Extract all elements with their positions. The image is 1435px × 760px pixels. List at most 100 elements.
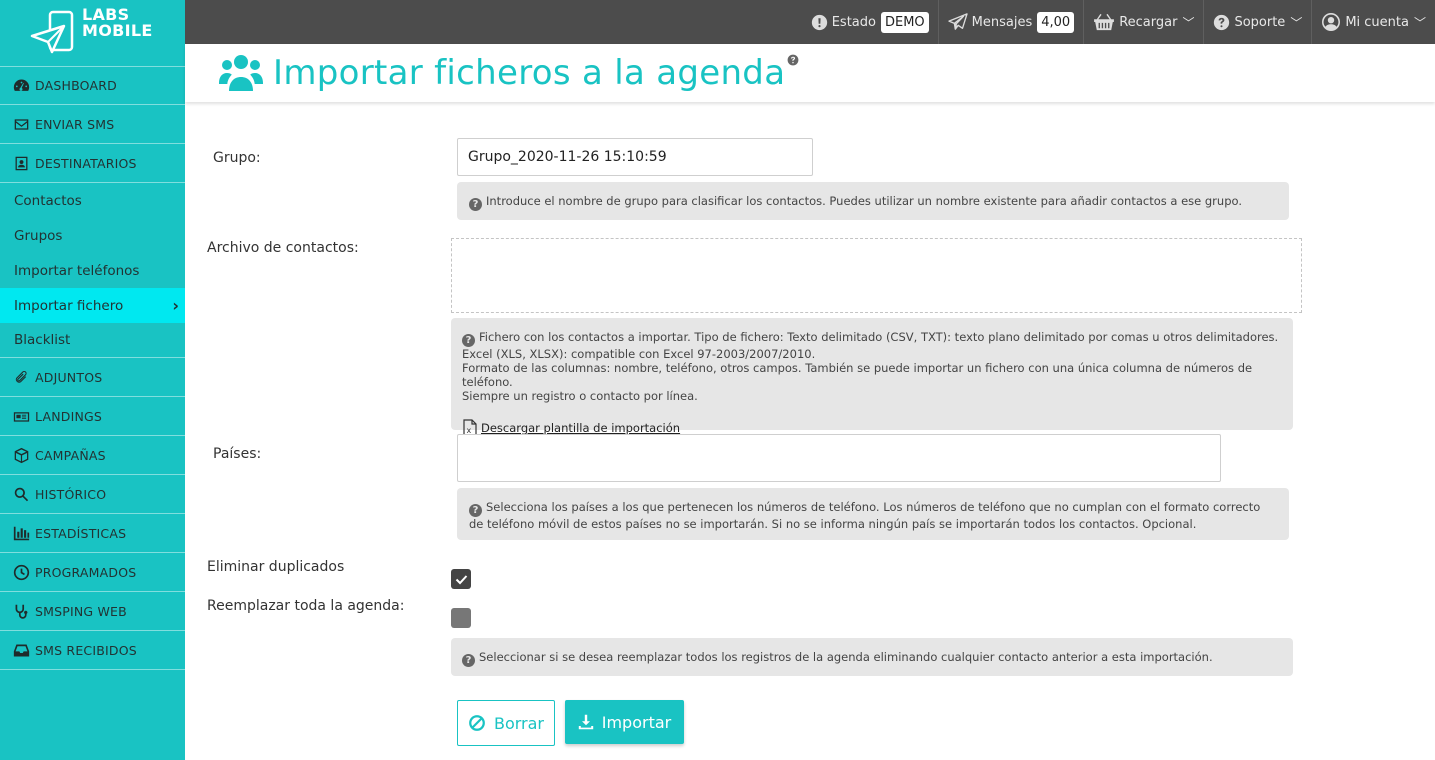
- borrar-label: Borrar: [493, 713, 545, 733]
- sidebar: LABS MOBILE DASHBOARD ENVIAR SMS DESTINA…: [0, 0, 185, 760]
- sidebar-item-historico[interactable]: HISTÓRICO: [0, 475, 185, 514]
- mensajes-menu[interactable]: Mensajes 4,00: [937, 0, 1084, 44]
- paises-label: Países:: [213, 446, 262, 462]
- page-header: Importar ficheros a la agenda: [185, 44, 1435, 102]
- sidebar-item-label: ESTADÍSTICAS: [35, 525, 127, 541]
- download-icon: [578, 714, 593, 730]
- paper-plane-icon: [947, 13, 968, 30]
- sidebar-item-adjuntos[interactable]: ADJUNTOS: [0, 358, 185, 397]
- archivo-help-text-2: Formato de las columnas: nombre, teléfon…: [462, 361, 1253, 389]
- sidebar-sub-label: Grupos: [14, 227, 63, 244]
- paises-help: ? Selecciona los países a los que pertene…: [457, 488, 1289, 540]
- brand-logo[interactable]: LABS MOBILE: [0, 0, 185, 66]
- paises-help-text: Selecciona los países a los que pertenec…: [469, 500, 1261, 531]
- sidebar-item-label: SMSPING WEB: [35, 603, 127, 619]
- mi-cuenta-menu[interactable]: Mi cuenta ﹀: [1311, 0, 1435, 44]
- archivo-help: ? Fichero con los contactos a importar. T…: [451, 318, 1293, 437]
- mi-cuenta-label: Mi cuenta: [1345, 14, 1409, 30]
- contact-card-icon: [12, 154, 30, 172]
- sidebar-item-label: ADJUNTOS: [35, 369, 103, 385]
- estado-badge: DEMO: [880, 11, 929, 33]
- paperclip-icon: [12, 368, 30, 386]
- chevron-down-icon: ﹀: [1290, 15, 1303, 30]
- import-form: Grupo: ? Introduce el nombre de grupo par…: [185, 102, 1435, 760]
- envelope-icon: [12, 115, 30, 133]
- user-circle-icon: [1322, 13, 1341, 31]
- sidebar-sub-importar-fichero[interactable]: Importar fichero ›: [0, 288, 185, 323]
- sidebar-item-smsping-web[interactable]: SMSPING WEB: [0, 592, 185, 631]
- stethoscope-icon: [12, 602, 30, 620]
- question-circle-icon: [1214, 14, 1230, 30]
- page-title: Importar ficheros a la agenda: [273, 53, 786, 93]
- question-circle-icon: ?: [469, 504, 482, 517]
- duplicados-label: Eliminar duplicados: [207, 559, 345, 575]
- top-navbar: Estado DEMO Mensajes 4,00 Recargar ﹀ Sop…: [185, 0, 1435, 44]
- archivo-label: Archivo de contactos:: [207, 240, 359, 256]
- chevron-right-icon: ›: [172, 296, 179, 315]
- borrar-button[interactable]: Borrar: [457, 700, 555, 746]
- checkmark-icon: [455, 574, 467, 584]
- basket-icon: [1094, 13, 1115, 31]
- sidebar-item-label: DESTINATARIOS: [35, 155, 137, 171]
- sidebar-item-label: LANDINGS: [35, 408, 103, 424]
- question-circle-icon: ?: [469, 198, 482, 211]
- sidebar-item-label: ENVIAR SMS: [35, 116, 115, 132]
- paper-plane-logo-icon: [30, 10, 74, 54]
- users-icon: [219, 55, 263, 91]
- importar-button[interactable]: Importar: [565, 700, 684, 744]
- inbox-icon: [12, 641, 30, 659]
- sidebar-sub-grupos[interactable]: Grupos: [0, 218, 185, 253]
- mensajes-label: Mensajes: [971, 14, 1033, 30]
- chevron-down-icon: ﹀: [1182, 15, 1195, 30]
- sidebar-item-sms-recibidos[interactable]: SMS RECIBIDOS: [0, 631, 185, 670]
- sidebar-sub-label: Blacklist: [14, 332, 71, 348]
- archivo-help-text-3: Siempre un registro o contacto por línea…: [462, 389, 698, 403]
- sidebar-sub-contactos[interactable]: Contactos: [0, 183, 185, 218]
- sidebar-item-programados[interactable]: PROGRAMADOS: [0, 553, 185, 592]
- sidebar-sub-label: Contactos: [14, 192, 82, 209]
- grupo-label: Grupo:: [213, 150, 261, 166]
- title-help-icon[interactable]: [787, 54, 799, 66]
- sidebar-item-dashboard[interactable]: DASHBOARD: [0, 66, 185, 105]
- paises-input[interactable]: [457, 434, 1221, 482]
- sidebar-item-label: HISTÓRICO: [35, 486, 107, 502]
- sidebar-item-label: CAMPAÑAS: [35, 447, 106, 463]
- sidebar-sub-blacklist[interactable]: Blacklist: [0, 323, 185, 358]
- archivo-help-text-1: Fichero con los contactos a importar. Ti…: [462, 330, 1279, 361]
- sidebar-item-landings[interactable]: LANDINGS: [0, 397, 185, 436]
- sidebar-item-estadisticas[interactable]: ESTADÍSTICAS: [0, 514, 185, 553]
- brand-text: LABS MOBILE: [82, 5, 153, 40]
- recargar-label: Recargar: [1119, 14, 1178, 30]
- importar-label: Importar: [601, 712, 672, 732]
- file-dropzone[interactable]: [451, 238, 1302, 313]
- exclamation-circle-icon: [811, 14, 827, 30]
- download-template-link[interactable]: Descargar plantilla de importación: [481, 421, 680, 435]
- clock-icon: [12, 563, 30, 581]
- grupo-input[interactable]: [457, 138, 813, 176]
- sidebar-sub-label: Importar fichero: [14, 297, 124, 314]
- sidebar-item-destinatarios[interactable]: DESTINATARIOS: [0, 144, 185, 183]
- duplicados-checkbox[interactable]: [451, 569, 471, 589]
- sidebar-item-campanas[interactable]: CAMPAÑAS: [0, 436, 185, 475]
- sidebar-sub-label: Importar teléfonos: [14, 262, 140, 279]
- sidebar-item-label: PROGRAMADOS: [35, 564, 137, 580]
- question-circle-icon: ?: [462, 334, 475, 347]
- soporte-label: Soporte: [1234, 14, 1286, 30]
- dashboard-icon: [12, 77, 30, 95]
- sidebar-item-label: DASHBOARD: [35, 78, 117, 93]
- newspaper-icon: [12, 407, 30, 425]
- estado-menu[interactable]: Estado DEMO: [802, 0, 938, 44]
- cube-icon: [12, 446, 30, 464]
- question-circle-icon: ?: [462, 654, 475, 667]
- reemplazar-help: ? Seleccionar si se desea reemplazar todo…: [451, 638, 1293, 676]
- reemplazar-checkbox[interactable]: [451, 608, 471, 628]
- recargar-menu[interactable]: Recargar ﹀: [1083, 0, 1203, 44]
- chevron-down-icon: ﹀: [1413, 15, 1426, 30]
- sidebar-item-enviar-sms[interactable]: ENVIAR SMS: [0, 105, 185, 144]
- search-icon: [12, 485, 30, 503]
- ban-icon: [469, 715, 485, 731]
- soporte-menu[interactable]: Soporte ﹀: [1203, 0, 1311, 44]
- sidebar-sub-importar-telefonos[interactable]: Importar teléfonos: [0, 253, 185, 288]
- reemplazar-help-text: Seleccionar si se desea reemplazar todos…: [479, 650, 1213, 664]
- bar-chart-icon: [12, 524, 30, 542]
